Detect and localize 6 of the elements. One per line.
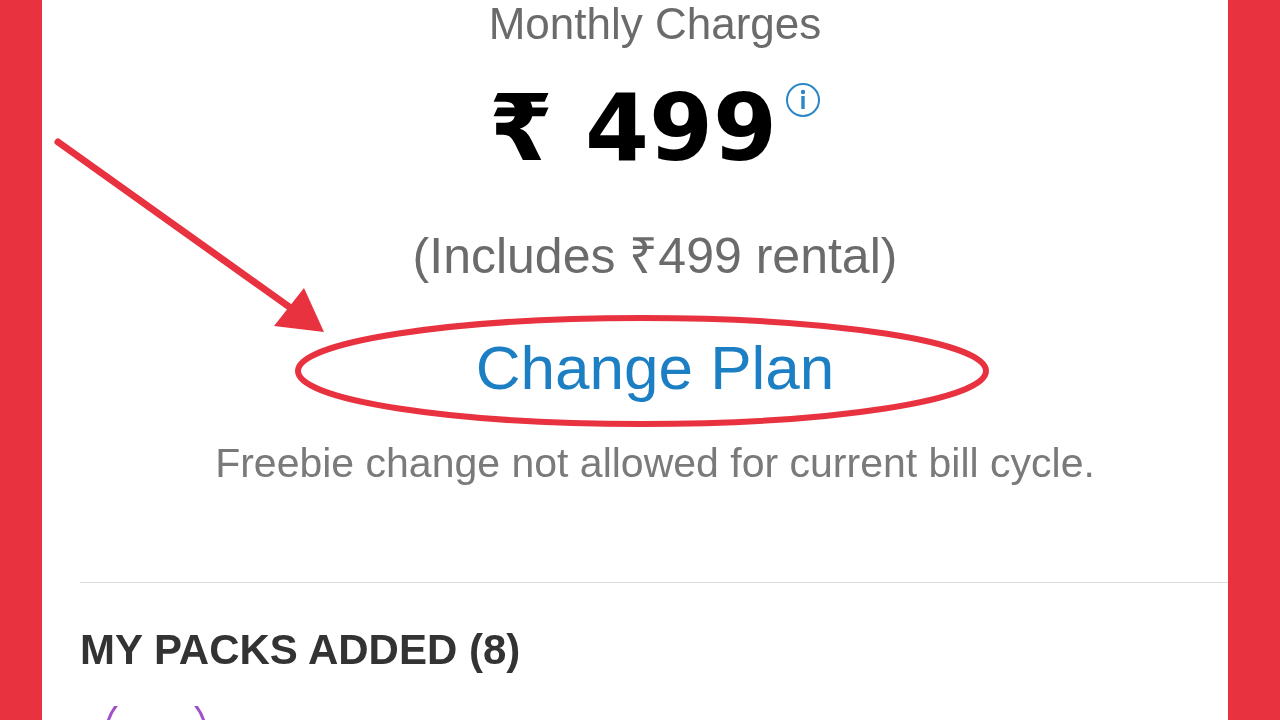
section-heading: MY PACKS ADDED (8) (80, 625, 522, 675)
section-title: Monthly Charges (488, 0, 822, 48)
rental-note: (Includes ₹499 rental) (412, 227, 898, 286)
notice-text: Freebie change not allowed for current bill cycle. (215, 439, 1095, 488)
price-amount: ₹ 499 (488, 74, 778, 184)
info-icon[interactable] (785, 82, 822, 118)
